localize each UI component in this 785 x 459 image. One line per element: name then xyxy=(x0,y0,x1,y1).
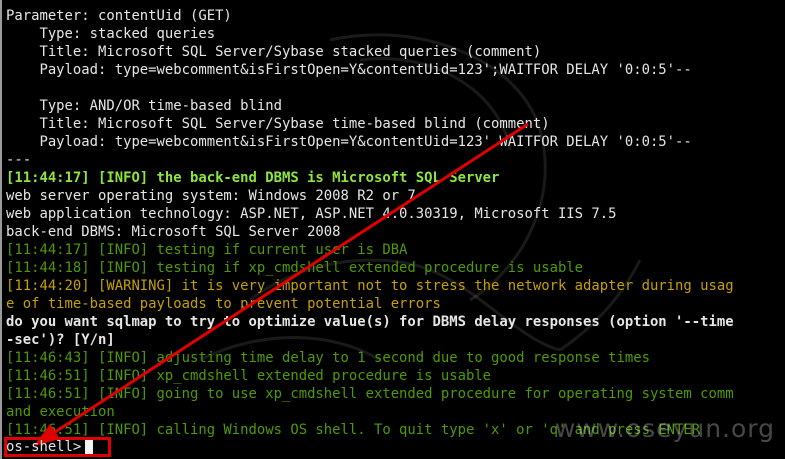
terminal-line: --- xyxy=(6,152,32,168)
terminal-line: [11:44:18] [INFO] testing if xp_cmdshell… xyxy=(6,260,584,276)
shell-prompt: os-shell> xyxy=(6,439,82,455)
terminal-line: [11:46:51] [INFO] going to use xp_cmdshe… xyxy=(6,386,734,402)
terminal-line: -sec')? [Y/n] xyxy=(6,332,115,348)
terminal-line: [11:44:17] [INFO] testing if current use… xyxy=(6,242,408,258)
terminal-line: [11:46:43] [INFO] adjusting time delay t… xyxy=(6,350,650,366)
terminal-line: e of time-based payloads to prevent pote… xyxy=(6,296,441,312)
terminal-output: Parameter: contentUid (GET) Type: stacke… xyxy=(6,7,785,439)
terminal-line: [11:46:51] [INFO] xp_cmdshell extended p… xyxy=(6,368,492,384)
watermark-text: www.oseyun.org xyxy=(554,414,775,443)
terminal-line: [11:44:20] [WARNING] it is very importan… xyxy=(6,278,734,294)
terminal-line: web server operating system: Windows 200… xyxy=(6,188,416,204)
text-cursor[interactable] xyxy=(85,440,94,454)
terminal-line: Parameter: contentUid (GET) xyxy=(6,8,232,24)
terminal-window[interactable]: Parameter: contentUid (GET) Type: stacke… xyxy=(0,0,785,459)
window-border xyxy=(0,0,2,459)
terminal-line: Title: Microsoft SQL Server/Sybase stack… xyxy=(6,44,542,60)
shell-prompt-highlight[interactable]: os-shell> xyxy=(4,437,111,457)
terminal-line: back-end DBMS: Microsoft SQL Server 2008 xyxy=(6,224,341,240)
terminal-line: Payload: type=webcomment&isFirstOpen=Y&c… xyxy=(6,134,692,150)
terminal-line: Type: stacked queries xyxy=(6,26,216,42)
terminal-line: web application technology: ASP.NET, ASP… xyxy=(6,206,617,222)
terminal-line: Payload: type=webcomment&isFirstOpen=Y&c… xyxy=(6,62,692,78)
terminal-line: Title: Microsoft SQL Server/Sybase time-… xyxy=(6,116,550,132)
terminal-line: Type: AND/OR time-based blind xyxy=(6,98,282,114)
terminal-line: do you want sqlmap to try to optimize va… xyxy=(6,314,734,330)
terminal-line: [11:44:17] [INFO] the back-end DBMS is M… xyxy=(6,170,500,186)
